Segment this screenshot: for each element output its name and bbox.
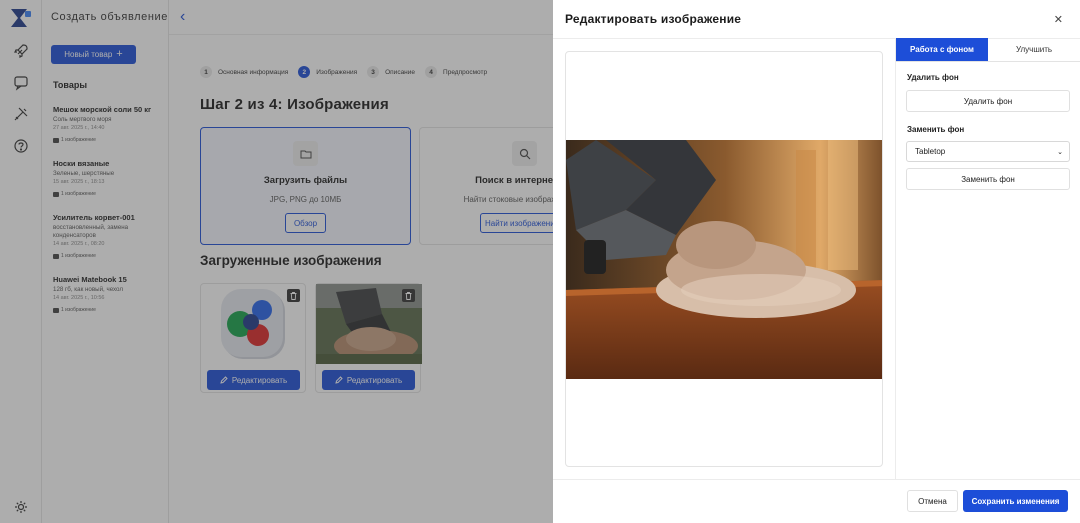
save-changes-button[interactable]: Сохранить изменения <box>963 490 1068 512</box>
edited-image-preview <box>566 140 882 379</box>
remove-bg-button[interactable]: Удалить фон <box>906 90 1070 112</box>
close-icon[interactable]: ✕ <box>1054 13 1063 26</box>
replace-bg-label: Заменить фон <box>907 125 965 134</box>
modal-title: Редактировать изображение <box>565 12 742 26</box>
edit-image-modal: Редактировать изображение ✕ Работа с фон… <box>553 0 1080 523</box>
image-canvas[interactable] <box>565 51 883 467</box>
modal-column-divider <box>895 38 896 479</box>
modal-footer-divider <box>553 479 1080 480</box>
remove-bg-label: Удалить фон <box>907 73 959 82</box>
replace-bg-select[interactable]: Tabletop ⌄ <box>906 141 1070 162</box>
cancel-button[interactable]: Отмена <box>907 490 958 512</box>
chevron-down-icon: ⌄ <box>1057 149 1063 156</box>
replace-bg-button[interactable]: Заменить фон <box>906 168 1070 190</box>
modal-backdrop[interactable] <box>0 0 553 523</box>
tab-background[interactable]: Работа с фоном <box>896 38 988 61</box>
tab-enhance[interactable]: Улучшить <box>988 38 1080 61</box>
edit-tabs: Работа с фоном Улучшить <box>896 38 1080 62</box>
replace-bg-select-value: Tabletop <box>915 147 946 156</box>
